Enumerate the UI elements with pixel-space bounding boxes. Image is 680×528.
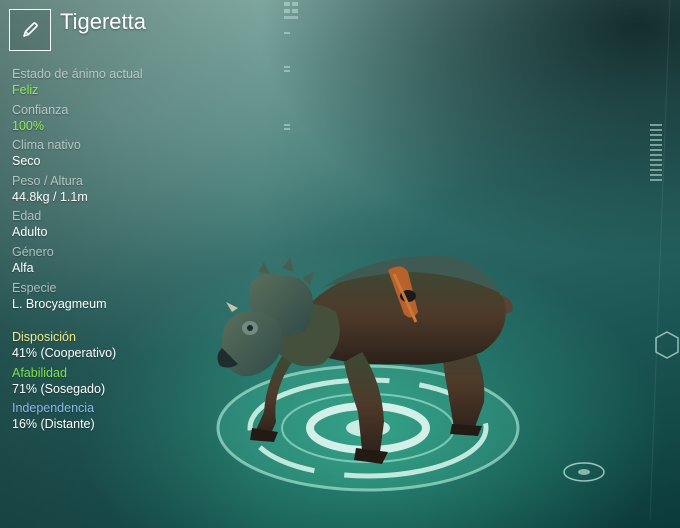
trait-value: 16% (Distante) <box>12 417 95 432</box>
trait-independence: Independencia 16% (Distante) <box>12 400 242 436</box>
trait-label: Afabilidad <box>12 365 67 380</box>
trait-disposition: Disposición 41% (Cooperativo) <box>12 329 242 365</box>
trait-affability: Afabilidad 71% (Sosegado) <box>12 365 242 401</box>
stat-value: Feliz <box>12 83 39 97</box>
stat-weight-height: Peso / Altura 44.8kg / 1.1m <box>12 173 242 209</box>
stat-value: 44.8kg / 1.1m <box>12 189 88 204</box>
stat-gender: Género Alfa <box>12 244 242 280</box>
hexagon-icon <box>655 331 679 359</box>
creature-illustration <box>217 255 513 464</box>
stat-label: Edad <box>12 209 42 224</box>
stat-value: Alfa <box>12 260 34 275</box>
edit-name-button[interactable] <box>9 9 51 51</box>
stat-value: Adulto <box>12 225 48 240</box>
header: Tigeretta <box>9 9 146 51</box>
stat-value: 100% <box>12 118 44 133</box>
stat-label: Clima nativo <box>12 138 81 153</box>
creature-name: Tigeretta <box>60 9 147 34</box>
stat-label: Estado de ánimo actual <box>12 67 143 81</box>
creature-inspect-screen: Tigeretta Estado de ánimo actual Feliz C… <box>0 0 680 528</box>
stat-label: Peso / Altura <box>12 173 83 188</box>
trait-value: 41% (Cooperativo) <box>12 346 117 360</box>
grid-lines-icon <box>649 0 671 520</box>
stat-label: Especie <box>12 280 57 295</box>
stat-value: Seco <box>12 154 41 169</box>
stat-trust: Confianza 100% <box>12 102 242 138</box>
ring-marker-icon <box>563 462 605 482</box>
trait-label: Disposición <box>12 330 76 344</box>
trait-value: 71% (Sosegado) <box>12 381 106 396</box>
stat-species: Especie L. Brocyagmeum <box>12 280 242 316</box>
creature-stats: Estado de ánimo actual Feliz Confianza 1… <box>12 66 242 315</box>
pencil-icon <box>23 22 38 37</box>
trait-label: Independencia <box>12 401 95 416</box>
stat-label: Confianza <box>12 102 69 117</box>
stat-value: L. Brocyagmeum <box>12 296 107 311</box>
stat-label: Género <box>12 244 54 259</box>
hud-marks-icon <box>284 2 298 130</box>
background-shadow <box>260 0 680 260</box>
stat-climate: Clima nativo Seco <box>12 137 242 173</box>
stat-age: Edad Adulto <box>12 208 242 244</box>
stat-mood: Estado de ánimo actual Feliz <box>12 66 242 102</box>
creature-traits: Disposición 41% (Cooperativo) Afabilidad… <box>12 329 242 436</box>
